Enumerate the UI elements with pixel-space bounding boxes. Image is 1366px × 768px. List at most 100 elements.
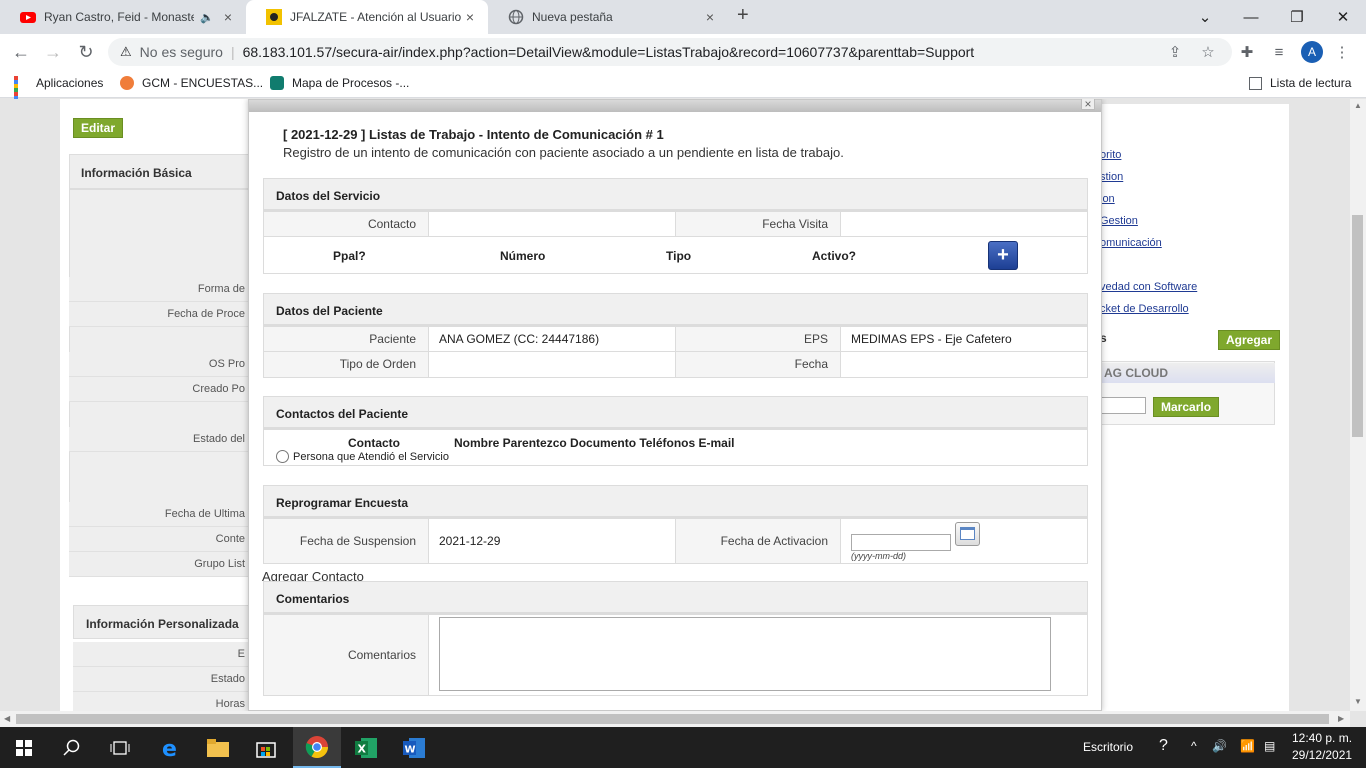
bg-row-label: Grupo List [69, 552, 249, 577]
bookmark-label: GCM - ENCUESTAS... [142, 76, 264, 90]
chevron-up-icon[interactable]: ^ [1191, 739, 1197, 753]
site-logo-icon [266, 9, 282, 25]
right-link[interactable]: omunicación [1100, 237, 1162, 249]
menu-icon[interactable]: ⋮ [1332, 42, 1352, 62]
col-numero: Número [500, 249, 546, 263]
section-heading: Datos del Servicio [264, 179, 1087, 212]
network-icon[interactable]: 📶 [1240, 739, 1255, 753]
file-explorer-icon[interactable] [194, 727, 242, 768]
scroll-down-icon[interactable]: ▼ [1354, 697, 1362, 706]
scroll-thumb[interactable] [16, 714, 1329, 724]
mark-button[interactable]: Marcarlo [1153, 397, 1220, 417]
visit-date-label: Fecha Visita [676, 212, 841, 236]
search-icon[interactable] [48, 727, 96, 768]
scroll-up-icon[interactable]: ▲ [1354, 101, 1362, 110]
add-button[interactable]: Agregar [1218, 330, 1281, 350]
bg-row-label: Creado Po [69, 377, 249, 402]
patient-section: Datos del Paciente Paciente ANA GOMEZ (C… [263, 293, 1088, 378]
volume-icon[interactable]: 🔊 [1212, 739, 1227, 753]
right-link[interactable]: vedad con Software [1100, 281, 1197, 293]
radio-button[interactable] [276, 450, 289, 463]
tab-title: Ryan Castro, Feid - Monaster [44, 10, 195, 24]
scroll-thumb[interactable] [1352, 215, 1363, 437]
contacts-table: Contacto Nombre Parentezco Documento Tel… [264, 430, 1087, 465]
right-link[interactable]: stion [1100, 171, 1123, 183]
speaker-icon[interactable]: 🔈 [200, 11, 214, 24]
address-bar[interactable]: ⚠ No es seguro | 68.183.101.57/secura-ai… [108, 38, 1232, 66]
date-value [841, 352, 1087, 377]
edge-icon[interactable]: e [146, 727, 194, 768]
new-tab-button[interactable]: + [737, 4, 749, 27]
reload-icon[interactable]: ↻ [74, 40, 98, 64]
communication-modal: × [ 2021-12-29 ] Listas de Trabajo - Int… [248, 99, 1102, 711]
reading-list[interactable]: Lista de lectura [1249, 76, 1351, 90]
patient-contacts-section: Contactos del Paciente Contacto Nombre P… [263, 396, 1088, 466]
tab-search-icon[interactable]: ⌄ [1182, 0, 1228, 34]
store-icon[interactable] [242, 727, 290, 768]
right-link[interactable]: ion [1100, 193, 1115, 205]
windows-start-icon[interactable] [0, 727, 48, 768]
edit-button[interactable]: Editar [73, 118, 124, 138]
section-heading: Contactos del Paciente [264, 397, 1087, 430]
tag-input[interactable] [1100, 397, 1146, 414]
chrome-icon[interactable] [293, 727, 341, 768]
scroll-left-icon[interactable]: ◀ [4, 714, 10, 723]
tab-close-icon[interactable]: × [702, 9, 718, 25]
help-icon[interactable]: ? [1159, 737, 1168, 755]
star-icon[interactable]: ☆ [1198, 42, 1218, 62]
clock-date[interactable]: 29/12/2021 [1292, 748, 1352, 762]
close-window-button[interactable]: ✕ [1320, 0, 1366, 34]
forward-icon[interactable]: → [41, 40, 65, 64]
add-phone-button[interactable]: + [988, 241, 1018, 270]
tab-title: Nueva pestaña [532, 10, 613, 24]
tab-close-icon[interactable]: × [462, 9, 478, 25]
warning-icon[interactable]: ⚠ [120, 44, 132, 60]
attended-person-option[interactable]: Persona que Atendió el Servicio [276, 450, 449, 463]
activation-date-input[interactable] [851, 534, 951, 551]
vertical-scrollbar[interactable]: ▲ ▼ [1350, 99, 1366, 711]
tab-new[interactable]: Nueva pestaña × [488, 0, 728, 34]
security-label[interactable]: No es seguro [140, 44, 223, 60]
patient-value: ANA GOMEZ (CC: 24447186) [429, 327, 676, 351]
clock-time[interactable]: 12:40 p. m. [1292, 731, 1352, 745]
horizontal-scrollbar[interactable]: ◀ ▶ [0, 711, 1350, 727]
excel-icon[interactable]: X [342, 727, 390, 768]
right-link[interactable]: cket de Desarrollo [1100, 303, 1189, 315]
profile-avatar[interactable]: A [1301, 41, 1323, 63]
word-icon[interactable]: W [390, 727, 438, 768]
browser-toolbar: ← → ↻ ⚠ No es seguro | 68.183.101.57/sec… [0, 34, 1366, 70]
bookmark-mapa[interactable]: Mapa de Procesos -... [270, 76, 409, 90]
browser-tab-strip: Ryan Castro, Feid - Monaster 🔈 × JFALZAT… [0, 0, 1366, 34]
visit-date-value [841, 212, 1087, 236]
tab-youtube[interactable]: Ryan Castro, Feid - Monaster 🔈 × [0, 0, 246, 34]
back-icon[interactable]: ← [9, 40, 33, 64]
desktop-label[interactable]: Escritorio [1083, 740, 1133, 754]
close-icon[interactable]: × [1081, 99, 1095, 110]
extensions-icon[interactable]: ✚ [1237, 42, 1257, 62]
share-icon[interactable]: ⇪ [1165, 42, 1185, 62]
bookmarks-bar: Aplicaciones GCM - ENCUESTAS... Mapa de … [0, 70, 1366, 112]
calendar-icon[interactable] [955, 522, 980, 546]
task-view-icon[interactable] [96, 727, 144, 768]
right-link[interactable]: Gestion [1100, 215, 1138, 227]
bg-row-label: Estado del [69, 427, 249, 452]
url-text[interactable]: 68.183.101.57/secura-air/index.php?actio… [243, 44, 975, 60]
bookmark-apps[interactable]: Aplicaciones [14, 76, 103, 112]
minimize-button[interactable]: — [1228, 0, 1274, 34]
notification-icon[interactable]: ▤ [1264, 739, 1275, 753]
media-icon[interactable]: ≡ [1269, 42, 1289, 62]
bookmark-gcm[interactable]: GCM - ENCUESTAS... [120, 76, 263, 90]
activation-date-cell: (yyyy-mm-dd) [841, 519, 1087, 563]
bg-row-label: Fecha de Proce [69, 302, 249, 327]
service-section: Datos del Servicio Contacto Fecha Visita… [263, 178, 1088, 274]
section-heading: Comentarios [264, 582, 1087, 615]
tab-close-icon[interactable]: × [220, 9, 236, 25]
col-contacto: Contacto [348, 436, 400, 450]
maximize-button[interactable]: ❐ [1274, 0, 1320, 34]
scroll-right-icon[interactable]: ▶ [1338, 714, 1344, 723]
bg-row-label: Conte [69, 527, 249, 552]
tab-jfalzate[interactable]: JFALZATE - Atención al Usuario - × [246, 0, 488, 34]
comments-textarea[interactable] [439, 617, 1051, 691]
right-link[interactable]: orito [1100, 149, 1121, 161]
svg-text:W: W [405, 744, 416, 755]
